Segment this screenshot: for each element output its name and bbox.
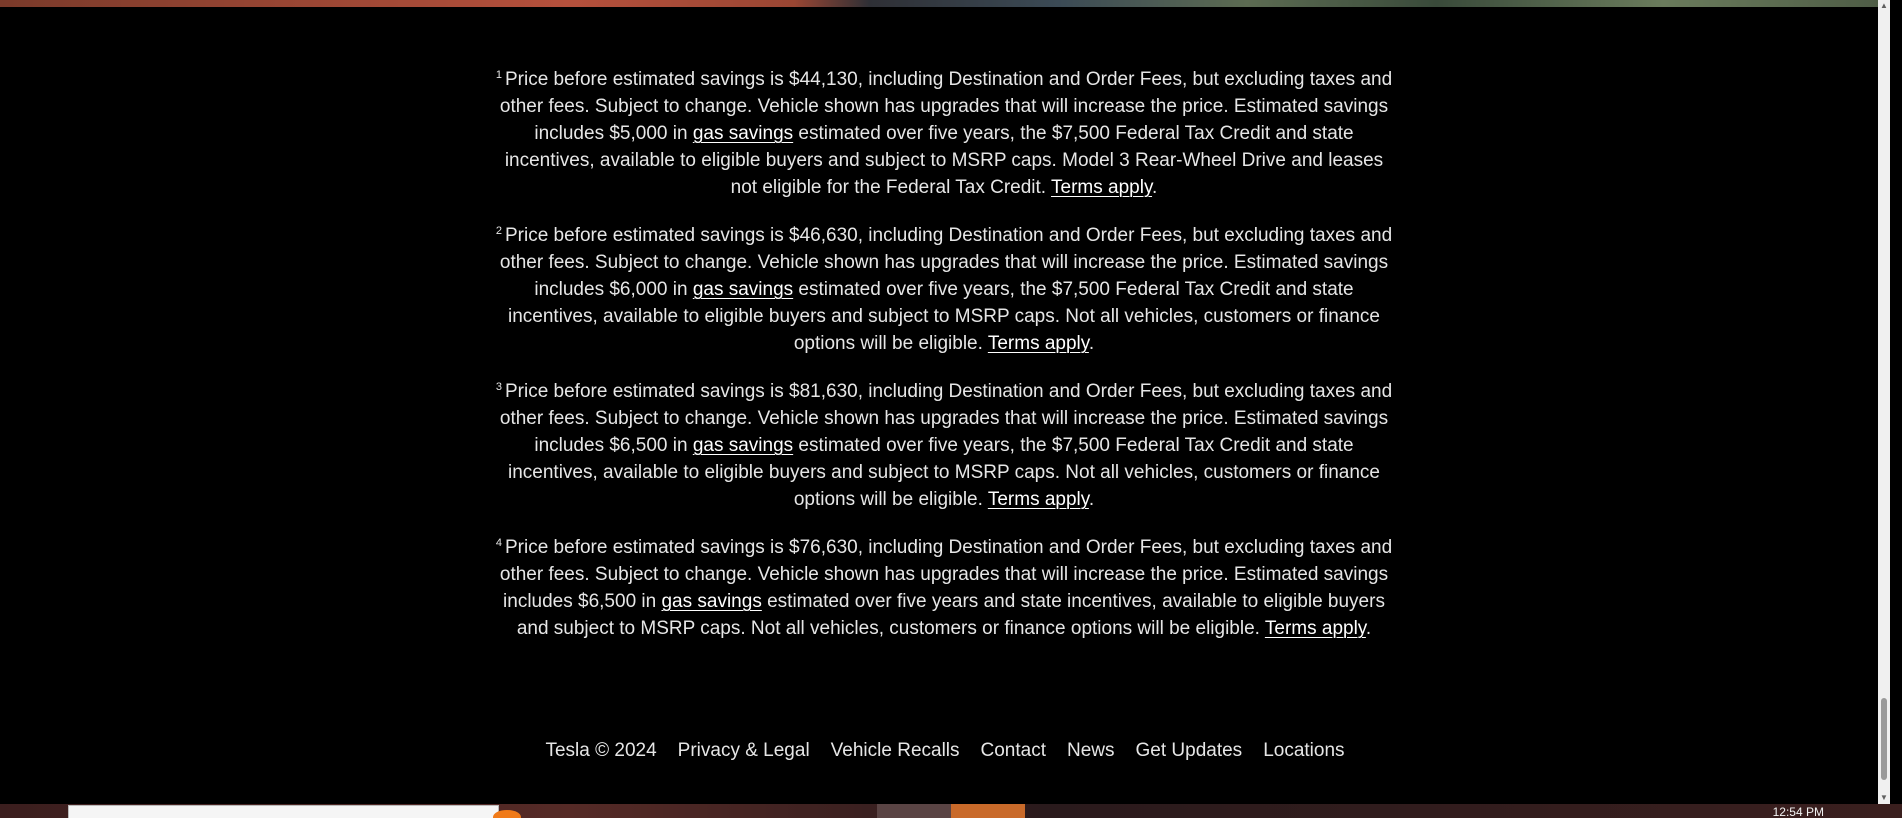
copyright: Tesla © 2024 [545,740,657,761]
flower-icon [493,810,521,818]
footer-link-vehicle-recalls[interactable]: Vehicle Recalls [831,740,960,762]
disclaimer-text: . [1152,177,1158,198]
page: 1 Price before estimated savings is $44,1… [0,0,1890,804]
scroll-down-arrow-icon[interactable]: ▼ [1878,792,1890,804]
disclaimer-text: . [1365,618,1372,639]
disclaimer-1: 1 Price before estimated savings is $44,1… [492,66,1396,201]
footer-link-news[interactable]: News [1067,740,1115,762]
taskbar-clock[interactable]: 12:54 PM [1773,806,1824,818]
gas-savings-link[interactable]: gas savings [693,123,793,144]
vertical-scrollbar[interactable]: ▲ ▼ [1878,0,1890,804]
taskbar-app-button[interactable] [877,804,951,818]
footnote-number: 4 [495,536,502,549]
terms-apply-link[interactable]: Terms apply [988,489,1089,510]
scroll-up-arrow-icon[interactable]: ▲ [1878,0,1890,12]
disclaimer-2: 2 Price before estimated savings is $46,6… [492,222,1396,357]
gas-savings-link[interactable]: gas savings [661,591,761,612]
footnote-number: 1 [495,68,502,81]
disclaimer-3: 3 Price before estimated savings is $81,6… [492,378,1396,513]
taskbar-app-button-active[interactable] [951,804,1025,818]
disclaimer-4: 4 Price before estimated savings is $76,6… [492,534,1396,642]
gas-savings-link[interactable]: gas savings [693,435,793,456]
footer-link-locations[interactable]: Locations [1263,740,1344,762]
disclaimer-text: . [1088,489,1095,510]
footer-link-privacy-legal[interactable]: Privacy & Legal [678,740,810,762]
footnote-number: 2 [495,224,502,237]
site-footer: Tesla © 2024 Privacy & Legal Vehicle Rec… [0,740,1890,762]
disclaimer-text: . [1088,333,1095,354]
terms-apply-link[interactable]: Terms apply [1051,177,1152,198]
terms-apply-link[interactable]: Terms apply [1265,618,1366,639]
gas-savings-link[interactable]: gas savings [693,279,793,300]
disclaimers: 1 Price before estimated savings is $44,1… [492,66,1396,663]
terms-apply-link[interactable]: Terms apply [988,333,1089,354]
footer-link-get-updates[interactable]: Get Updates [1136,740,1243,762]
taskbar: 12:54 PM [0,804,1902,818]
footnote-number: 3 [495,380,502,393]
hero-image-strip [0,0,1890,7]
scroll-thumb[interactable] [1881,698,1887,780]
footer-link-contact[interactable]: Contact [981,740,1046,762]
taskbar-window-preview[interactable] [68,805,521,818]
